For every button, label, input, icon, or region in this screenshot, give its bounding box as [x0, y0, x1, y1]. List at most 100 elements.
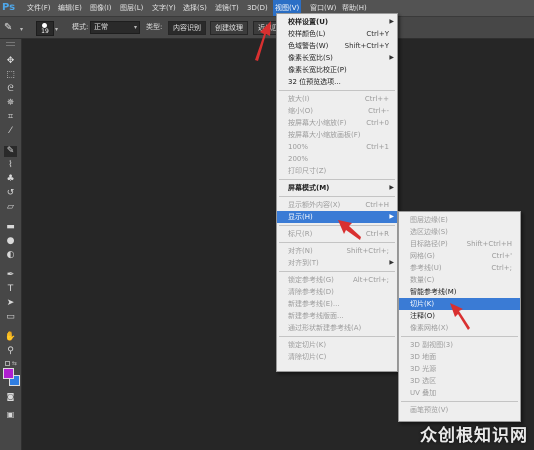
move-tool-icon[interactable]: ✥: [4, 56, 17, 67]
pen-tool-icon[interactable]: ✒: [4, 270, 17, 281]
brush-tool-icon[interactable]: ⌇: [4, 160, 17, 171]
view-menu-item-label: 200%: [288, 155, 309, 163]
default-colors-icon[interactable]: [5, 361, 10, 366]
type-tool-icon[interactable]: T: [4, 284, 17, 295]
show-submenu-item[interactable]: 3D 副视图(3): [399, 339, 520, 351]
crop-tool-icon[interactable]: ⌗: [4, 112, 17, 123]
red-arrow-annotation: [450, 303, 470, 330]
menu-bar: Ps 文件(F) 编辑(E) 图像(I) 图层(L) 文字(Y) 选择(S) 滤…: [0, 0, 534, 17]
menu-edit[interactable]: 编辑(E): [58, 0, 82, 16]
menu-separator: [279, 90, 395, 91]
view-menu-item[interactable]: 校样设置(U) ▶: [277, 16, 397, 28]
show-submenu-item[interactable]: 画笔预览(V): [399, 404, 520, 416]
menu-separator: [279, 242, 395, 243]
brush-picker-chevron-icon[interactable]: ▾: [55, 26, 58, 33]
menu-type[interactable]: 文字(Y): [152, 0, 176, 16]
mode-select[interactable]: 正常 ▾: [90, 21, 140, 34]
view-menu-item[interactable]: 按屏幕大小缩放画板(F): [277, 129, 397, 141]
show-submenu-item[interactable]: 参考线(U) Ctrl+;: [399, 262, 520, 274]
show-submenu-item[interactable]: 3D 地面: [399, 351, 520, 363]
view-menu-item-shortcut: Ctrl+0: [366, 119, 389, 127]
show-submenu-item-label: 目标路径(P): [410, 240, 448, 248]
spot-healing-tool-icon[interactable]: ✎: [4, 146, 17, 157]
view-menu-item[interactable]: 像素长宽比校正(P): [277, 64, 397, 76]
show-submenu-item-label: 3D 副视图(3): [410, 341, 453, 349]
zoom-tool-icon[interactable]: ⚲: [4, 346, 17, 357]
hand-tool-icon[interactable]: ✋: [4, 332, 17, 343]
path-select-tool-icon[interactable]: ➤: [4, 298, 17, 309]
show-submenu-item[interactable]: UV 叠加: [399, 387, 520, 399]
view-menu-item[interactable]: 新建参考线(E)...: [277, 298, 397, 310]
marquee-tool-icon[interactable]: ⬚: [4, 70, 17, 81]
view-menu-item[interactable]: 像素长宽比(S) ▶: [277, 52, 397, 64]
type-create-texture-button[interactable]: 创建纹理: [210, 21, 248, 35]
dodge-tool-icon[interactable]: ◐: [4, 250, 17, 261]
show-submenu-item[interactable]: 目标路径(P) Shift+Ctrl+H: [399, 238, 520, 250]
lasso-tool-icon[interactable]: ᘓ: [4, 84, 17, 95]
swap-colors-icon[interactable]: ⇆: [12, 360, 17, 367]
menu-separator: [279, 336, 395, 337]
foreground-color-swatch[interactable]: [3, 368, 14, 379]
view-menu-item[interactable]: 通过形状新建参考线(A): [277, 322, 397, 334]
show-submenu-item[interactable]: 网格(G) Ctrl+': [399, 250, 520, 262]
view-menu-item-label: 显示(H): [288, 213, 313, 221]
view-menu-item[interactable]: 对齐到(T) ▶: [277, 257, 397, 269]
show-submenu-item[interactable]: 3D 选区: [399, 375, 520, 387]
show-submenu-item[interactable]: 选区边缘(S): [399, 226, 520, 238]
view-menu-item[interactable]: 放大(I) Ctrl++: [277, 93, 397, 105]
quick-select-tool-icon[interactable]: ✵: [4, 98, 17, 109]
mode-label: 模式:: [72, 23, 89, 31]
view-menu-item[interactable]: 色域警告(W) Shift+Ctrl+Y: [277, 40, 397, 52]
history-brush-tool-icon[interactable]: ↺: [4, 188, 17, 199]
menu-3d[interactable]: 3D(D): [247, 0, 268, 16]
show-submenu-item-label: UV 叠加: [410, 389, 437, 397]
show-submenu-item[interactable]: 数量(C): [399, 274, 520, 286]
show-submenu-item-label: 像素网格(X): [410, 324, 449, 332]
menu-filter[interactable]: 滤镜(T): [215, 0, 239, 16]
shape-tool-icon[interactable]: ▭: [4, 312, 17, 323]
show-submenu-item-label: 网格(G): [410, 252, 435, 260]
show-submenu-item-label: 切片(K): [410, 300, 435, 308]
menu-file[interactable]: 文件(F): [27, 0, 51, 16]
eyedropper-tool-icon[interactable]: ⁄: [4, 126, 17, 137]
view-menu-item[interactable]: 清除参考线(D): [277, 286, 397, 298]
view-menu-item[interactable]: 显示额外内容(X) Ctrl+H: [277, 199, 397, 211]
view-menu-item[interactable]: 200%: [277, 153, 397, 165]
tool-preset-chevron-icon[interactable]: ▾: [20, 26, 23, 33]
brush-preset-picker[interactable]: 19: [36, 21, 54, 36]
menu-separator: [279, 179, 395, 180]
view-menu-item-label: 缩小(O): [288, 107, 313, 115]
screen-mode-icon[interactable]: ▣: [4, 409, 17, 420]
view-menu-item[interactable]: 打印尺寸(Z): [277, 165, 397, 177]
eraser-tool-icon[interactable]: ▱: [4, 202, 17, 213]
menu-layer[interactable]: 图层(L): [120, 0, 143, 16]
show-submenu-item-label: 注释(O): [410, 312, 435, 320]
show-submenu-item[interactable]: 3D 光源: [399, 363, 520, 375]
view-menu-item-label: 新建参考线(E)...: [288, 300, 340, 308]
view-menu-item[interactable]: 按屏幕大小缩放(F) Ctrl+0: [277, 117, 397, 129]
panel-grip-icon[interactable]: [6, 42, 15, 46]
view-menu-item[interactable]: 新建参考线版面...: [277, 310, 397, 322]
show-submenu-item[interactable]: 图层边缘(E): [399, 214, 520, 226]
blur-tool-icon[interactable]: ●: [4, 236, 17, 247]
watermark: 众创根知识网: [420, 426, 528, 446]
view-menu-item[interactable]: 32 位预览选项...: [277, 76, 397, 88]
menu-image[interactable]: 图像(I): [90, 0, 112, 16]
view-menu-item-shortcut: Ctrl+Y: [366, 30, 389, 38]
clone-stamp-tool-icon[interactable]: ♣: [4, 174, 17, 185]
quick-mask-icon[interactable]: ◙: [4, 391, 17, 402]
type-content-aware-button[interactable]: 内容识别: [168, 21, 206, 35]
view-menu-item[interactable]: 锁定切片(K): [277, 339, 397, 351]
view-menu-item[interactable]: 100% Ctrl+1: [277, 141, 397, 153]
tools-panel: ✥ ⬚ ᘓ ✵ ⌗ ⁄ ✎ ⌇ ♣ ↺ ▱ ▬ ● ◐ ✒ T ➤ ▭ ✋ ⚲ …: [0, 39, 22, 450]
view-menu-item[interactable]: 屏幕模式(M) ▶: [277, 182, 397, 194]
gradient-tool-icon[interactable]: ▬: [4, 222, 17, 233]
view-menu-item[interactable]: 锁定参考线(G) Alt+Ctrl+;: [277, 274, 397, 286]
menu-select[interactable]: 选择(S): [183, 0, 207, 16]
view-menu-item-label: 通过形状新建参考线(A): [288, 324, 362, 332]
view-menu-item[interactable]: 清除切片(C): [277, 351, 397, 363]
view-menu-item[interactable]: 缩小(O) Ctrl+-: [277, 105, 397, 117]
show-submenu-item[interactable]: 智能参考线(M): [399, 286, 520, 298]
view-menu-item[interactable]: 对齐(N) Shift+Ctrl+;: [277, 245, 397, 257]
view-menu-item[interactable]: 校样颜色(L) Ctrl+Y: [277, 28, 397, 40]
